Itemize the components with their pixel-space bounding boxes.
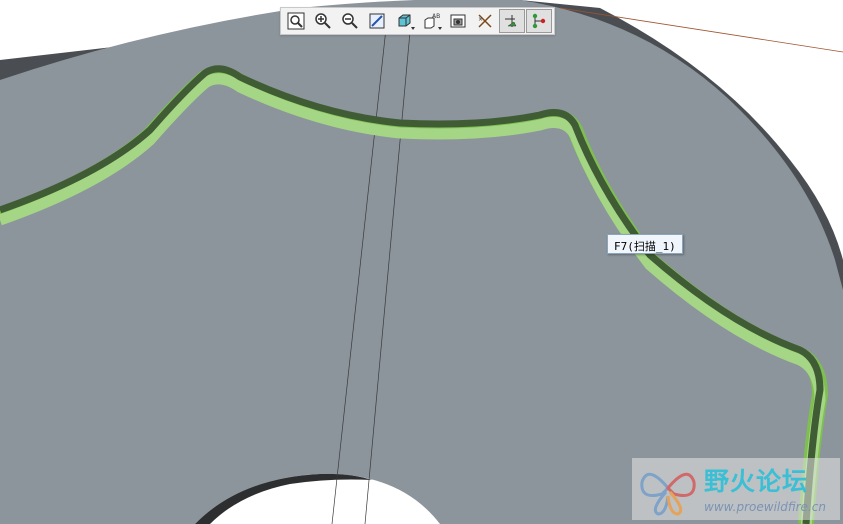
saved-view-button[interactable]: AB	[418, 9, 444, 33]
zoom-in-icon	[315, 13, 331, 29]
datum-display-button[interactable]: ×	[472, 9, 498, 33]
watermark-url: www.proewildfire.cn	[704, 500, 826, 514]
dropdown-arrow-icon	[438, 27, 442, 30]
spin-center-button[interactable]	[499, 9, 525, 33]
display-style-button[interactable]	[391, 9, 417, 33]
zoom-fit-button[interactable]	[283, 9, 309, 33]
zoom-out-button[interactable]	[337, 9, 363, 33]
tree-display-button[interactable]	[526, 9, 552, 33]
view-manager-button[interactable]	[445, 9, 471, 33]
feature-tooltip: F7(扫描_1)	[607, 234, 683, 254]
svg-text:AB: AB	[432, 13, 440, 20]
tree-display-icon	[532, 13, 546, 29]
view-manager-icon	[450, 14, 466, 28]
repaint-button[interactable]	[364, 9, 390, 33]
dropdown-arrow-icon	[411, 27, 415, 30]
watermark-title: 野火论坛	[704, 467, 809, 496]
zoom-out-icon	[342, 13, 358, 29]
forum-watermark: 野火论坛 www.proewildfire.cn	[632, 458, 840, 520]
svg-text:×: ×	[478, 16, 483, 23]
3d-viewport[interactable]	[0, 0, 843, 524]
repaint-icon	[369, 13, 385, 29]
forum-logo-icon	[640, 472, 696, 516]
zoom-fit-icon	[287, 12, 305, 30]
spin-center-icon	[505, 15, 517, 27]
zoom-in-button[interactable]	[310, 9, 336, 33]
view-toolbar: AB ×	[280, 7, 555, 35]
datum-display-icon: ×	[478, 14, 492, 28]
